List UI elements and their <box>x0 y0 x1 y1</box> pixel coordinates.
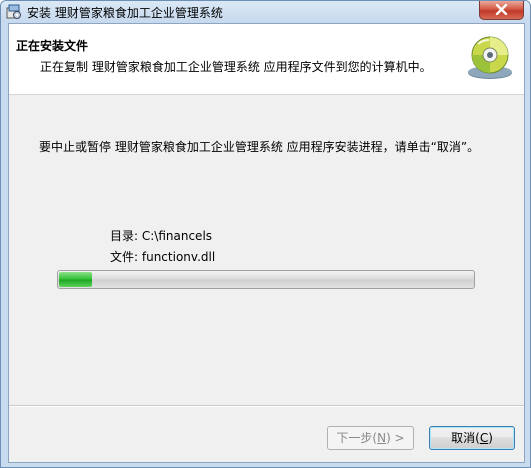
file-value: functionv.dll <box>141 250 216 264</box>
installer-window: 安装 理财管家粮食加工企业管理系统 正在安装文件 正在复制 理财管家粮食加工企业… <box>0 0 531 468</box>
directory-value: C:\financels <box>141 229 213 243</box>
window-title: 安装 理财管家粮食加工企业管理系统 <box>27 6 223 20</box>
wizard-header: 正在安装文件 正在复制 理财管家粮食加工企业管理系统 应用程序文件到您的计算机中… <box>9 24 524 95</box>
page-description: 正在复制 理财管家粮食加工企业管理系统 应用程序文件到您的计算机中。 <box>40 60 432 74</box>
next-button[interactable]: 下一步(N) > <box>327 426 414 450</box>
file-line: 文件: functionv.dll <box>110 248 215 265</box>
cancel-button-label: 取消 <box>451 431 476 445</box>
page-title: 正在安装文件 <box>16 39 89 53</box>
close-icon <box>495 4 508 15</box>
cancel-instruction: 要中止或暂停 理财管家粮食加工企业管理系统 应用程序安装进程，请单击“取消”。 <box>39 140 480 154</box>
cancel-accelerator-key: C <box>479 431 489 445</box>
next-button-label: 下一步 <box>336 431 373 445</box>
installer-icon <box>6 4 22 20</box>
title-bar[interactable]: 安装 理财管家粮食加工企业管理系统 <box>1 1 530 23</box>
next-accelerator-key: N <box>377 431 387 445</box>
close-button[interactable] <box>479 1 524 20</box>
install-progress-bar <box>57 270 475 289</box>
cancel-button[interactable]: 取消(C) <box>429 426 515 450</box>
progress-fill <box>59 272 92 287</box>
directory-label: 目录: <box>110 229 139 243</box>
directory-line: 目录: C:\financels <box>110 227 212 244</box>
footer-separator <box>9 405 524 407</box>
file-label: 文件: <box>110 250 139 264</box>
cd-disc-icon <box>465 35 515 86</box>
wizard-content: 正在安装文件 正在复制 理财管家粮食加工企业管理系统 应用程序文件到您的计算机中… <box>8 23 525 463</box>
